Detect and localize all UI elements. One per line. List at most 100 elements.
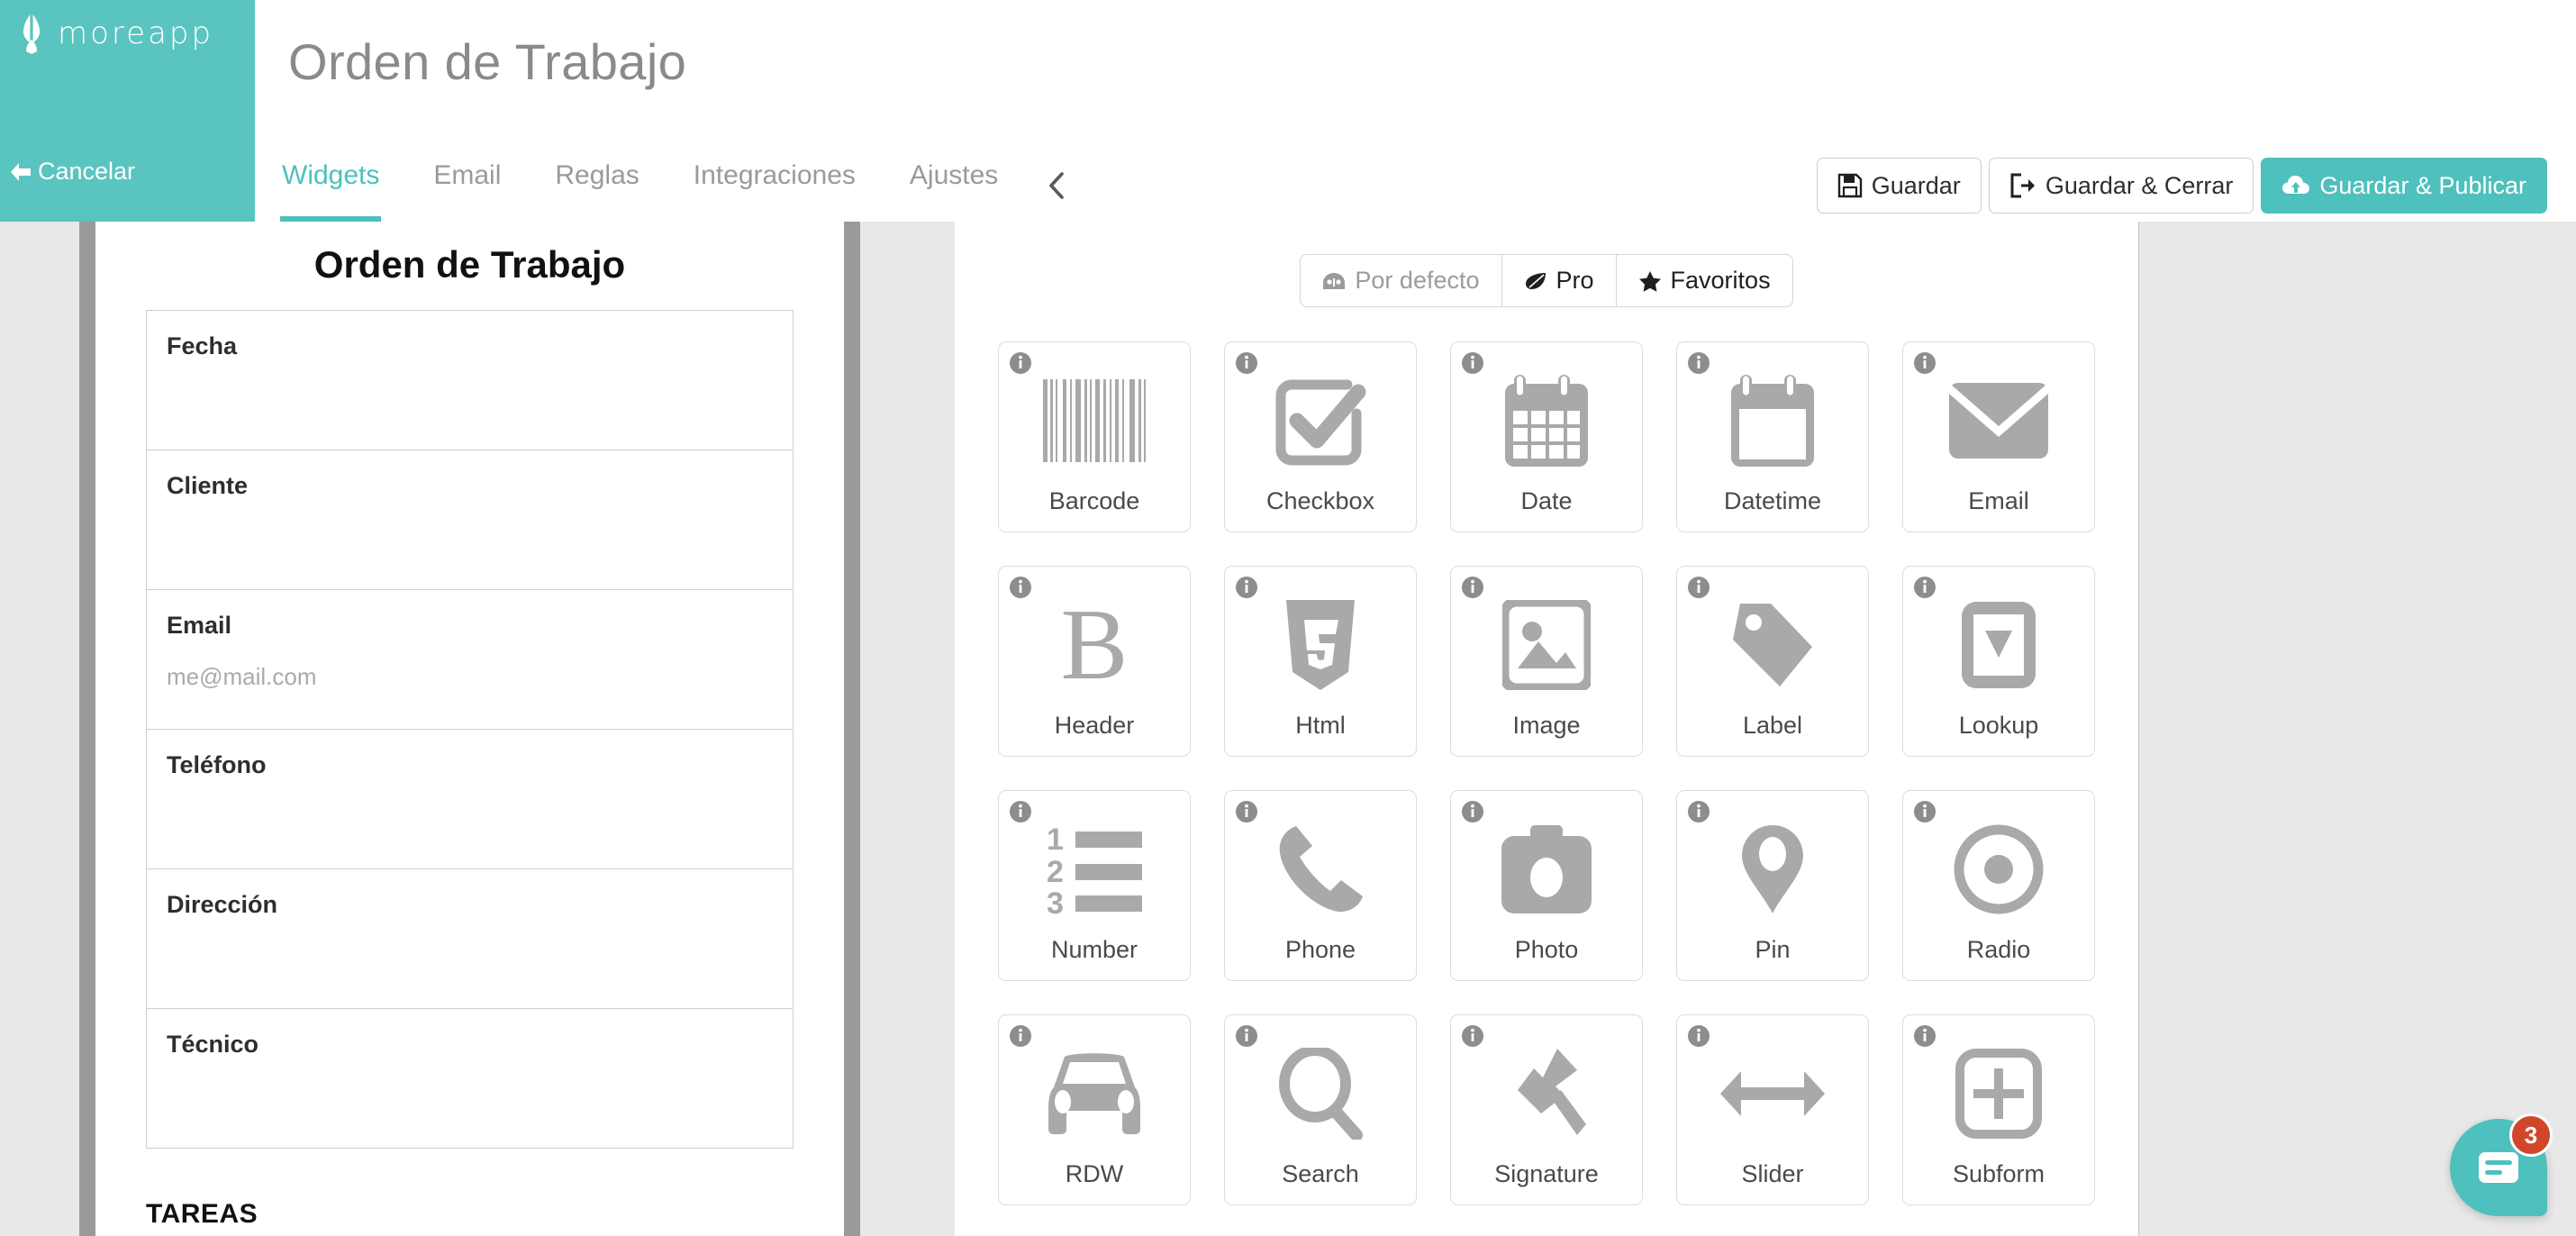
tab-widgets-label: Widgets: [282, 160, 380, 190]
preview-scrollbar-right[interactable]: [844, 222, 860, 1236]
filter-pro-label: Pro: [1556, 267, 1594, 294]
filter-favoritos-label: Favoritos: [1670, 267, 1771, 294]
widget-card-pin[interactable]: Pin: [1676, 790, 1869, 981]
info-icon[interactable]: [1687, 1024, 1710, 1048]
form-field-label: Dirección: [167, 891, 278, 918]
mid-gutter: [860, 222, 955, 1236]
collapse-panel-button[interactable]: [1025, 151, 1088, 213]
widget-card-html[interactable]: Html: [1224, 566, 1417, 757]
info-icon[interactable]: [1009, 576, 1032, 599]
tab-integraciones-label: Integraciones: [693, 160, 856, 190]
tab-reglas[interactable]: Reglas: [528, 151, 666, 222]
widget-card-subform[interactable]: Subform: [1902, 1014, 2095, 1205]
widget-label: Phone: [1284, 936, 1356, 963]
info-icon[interactable]: [1461, 351, 1484, 375]
widget-card-rdw[interactable]: RDW: [998, 1014, 1191, 1205]
top-bar: moreapp Cancelar Orden de Trabajo Widget…: [0, 0, 2576, 222]
widget-label: Label: [1742, 712, 1803, 739]
form-field-cliente[interactable]: Cliente: [147, 450, 793, 590]
info-icon[interactable]: [1687, 351, 1710, 375]
filter-por-defecto[interactable]: Por defecto: [1301, 255, 1502, 306]
save-button-label: Guardar: [1871, 171, 1961, 199]
chevron-left-icon: [1048, 172, 1065, 199]
widgets-panel: Por defecto Pro Favoritos Barcode Checkb…: [955, 222, 2139, 1236]
form-field-label: Cliente: [167, 472, 249, 499]
widget-label: Datetime: [1723, 487, 1822, 514]
body-area: Orden de Trabajo Fecha Cliente Email me@…: [0, 222, 2576, 1236]
form-field-placeholder: me@mail.com: [167, 663, 317, 690]
widget-label: Pin: [1755, 936, 1791, 963]
preview-scrollbar-left[interactable]: [79, 222, 95, 1236]
info-icon[interactable]: [1235, 576, 1258, 599]
info-icon[interactable]: [1913, 1024, 1937, 1048]
info-icon[interactable]: [1913, 800, 1937, 823]
widget-card-label[interactable]: Label: [1676, 566, 1869, 757]
info-icon[interactable]: [1461, 1024, 1484, 1048]
info-icon[interactable]: [1235, 800, 1258, 823]
widget-card-email[interactable]: Email: [1902, 341, 2095, 532]
form-field-label: Teléfono: [167, 751, 267, 778]
widget-card-lookup[interactable]: Lookup: [1902, 566, 2095, 757]
save-button[interactable]: Guardar: [1816, 158, 1982, 214]
chat-launcher[interactable]: 3: [2450, 1113, 2553, 1216]
header-actions: Guardar Guardar & Cerrar Guardar & Publi…: [1816, 158, 2547, 214]
info-icon[interactable]: [1461, 576, 1484, 599]
form-field-email[interactable]: Email me@mail.com: [147, 590, 793, 730]
brand-sidebar: moreapp Cancelar: [0, 0, 255, 222]
info-icon[interactable]: [1913, 576, 1937, 599]
tab-ajustes[interactable]: Ajustes: [883, 151, 1025, 222]
widget-label: Date: [1520, 487, 1573, 514]
widget-label: Barcode: [1048, 487, 1140, 514]
form-field-fecha[interactable]: Fecha: [147, 311, 793, 450]
info-icon[interactable]: [1913, 351, 1937, 375]
tab-email[interactable]: Email: [406, 151, 528, 222]
widget-card-datetime[interactable]: Datetime: [1676, 341, 1869, 532]
info-icon[interactable]: [1009, 800, 1032, 823]
filter-favoritos[interactable]: Favoritos: [1617, 255, 1792, 306]
widget-label: Subform: [1952, 1160, 2045, 1187]
widget-card-search[interactable]: Search: [1224, 1014, 1417, 1205]
form-field-tecnico[interactable]: Técnico: [147, 1009, 793, 1149]
form-preview-title: Orden de Trabajo: [313, 243, 626, 286]
widget-card-number[interactable]: 1 2 3 Number: [998, 790, 1191, 981]
widget-card-signature[interactable]: Signature: [1450, 1014, 1643, 1205]
info-icon[interactable]: [1235, 1024, 1258, 1048]
filter-pro[interactable]: Pro: [1502, 255, 1617, 306]
save-and-close-button[interactable]: Guardar & Cerrar: [1988, 158, 2254, 214]
info-icon[interactable]: [1235, 351, 1258, 375]
brand-name: moreapp: [58, 15, 214, 51]
widget-label: Search: [1282, 1160, 1359, 1187]
save-and-publish-label: Guardar & Publicar: [2319, 171, 2526, 199]
cancel-button[interactable]: Cancelar: [9, 158, 135, 186]
svg-text:3: 3: [1047, 886, 1064, 914]
save-and-publish-button[interactable]: Guardar & Publicar: [2261, 158, 2547, 214]
left-gutter: [0, 222, 79, 1236]
cancel-label: Cancelar: [38, 158, 136, 185]
widget-card-checkbox[interactable]: Checkbox: [1224, 341, 1417, 532]
info-icon[interactable]: [1009, 351, 1032, 375]
widget-label: Lookup: [1958, 712, 2039, 739]
widget-label: Header: [1054, 712, 1135, 739]
widget-card-date[interactable]: Date: [1450, 341, 1643, 532]
info-icon[interactable]: [1461, 800, 1484, 823]
widget-card-image[interactable]: Image: [1450, 566, 1643, 757]
widget-label: Image: [1512, 712, 1581, 739]
info-icon[interactable]: [1687, 800, 1710, 823]
widget-card-phone[interactable]: Phone: [1224, 790, 1417, 981]
widget-card-radio[interactable]: Radio: [1902, 790, 2095, 981]
widget-card-photo[interactable]: Photo: [1450, 790, 1643, 981]
tab-integraciones[interactable]: Integraciones: [667, 151, 883, 222]
info-icon[interactable]: [1009, 1024, 1032, 1048]
tab-widgets[interactable]: Widgets: [255, 151, 406, 222]
widget-card-barcode[interactable]: Barcode: [998, 341, 1191, 532]
widget-label: Signature: [1494, 1160, 1599, 1187]
info-icon[interactable]: [1687, 576, 1710, 599]
form-field-direccion[interactable]: Dirección: [147, 869, 793, 1009]
form-field-telefono[interactable]: Teléfono: [147, 730, 793, 869]
dashboard-icon: [1322, 271, 1346, 291]
widget-filter-group: Por defecto Pro Favoritos: [1300, 254, 1793, 307]
widget-label: Html: [1295, 712, 1346, 739]
widget-card-slider[interactable]: Slider: [1676, 1014, 1869, 1205]
widget-label: Photo: [1514, 936, 1579, 963]
widget-card-header[interactable]: B Header: [998, 566, 1191, 757]
